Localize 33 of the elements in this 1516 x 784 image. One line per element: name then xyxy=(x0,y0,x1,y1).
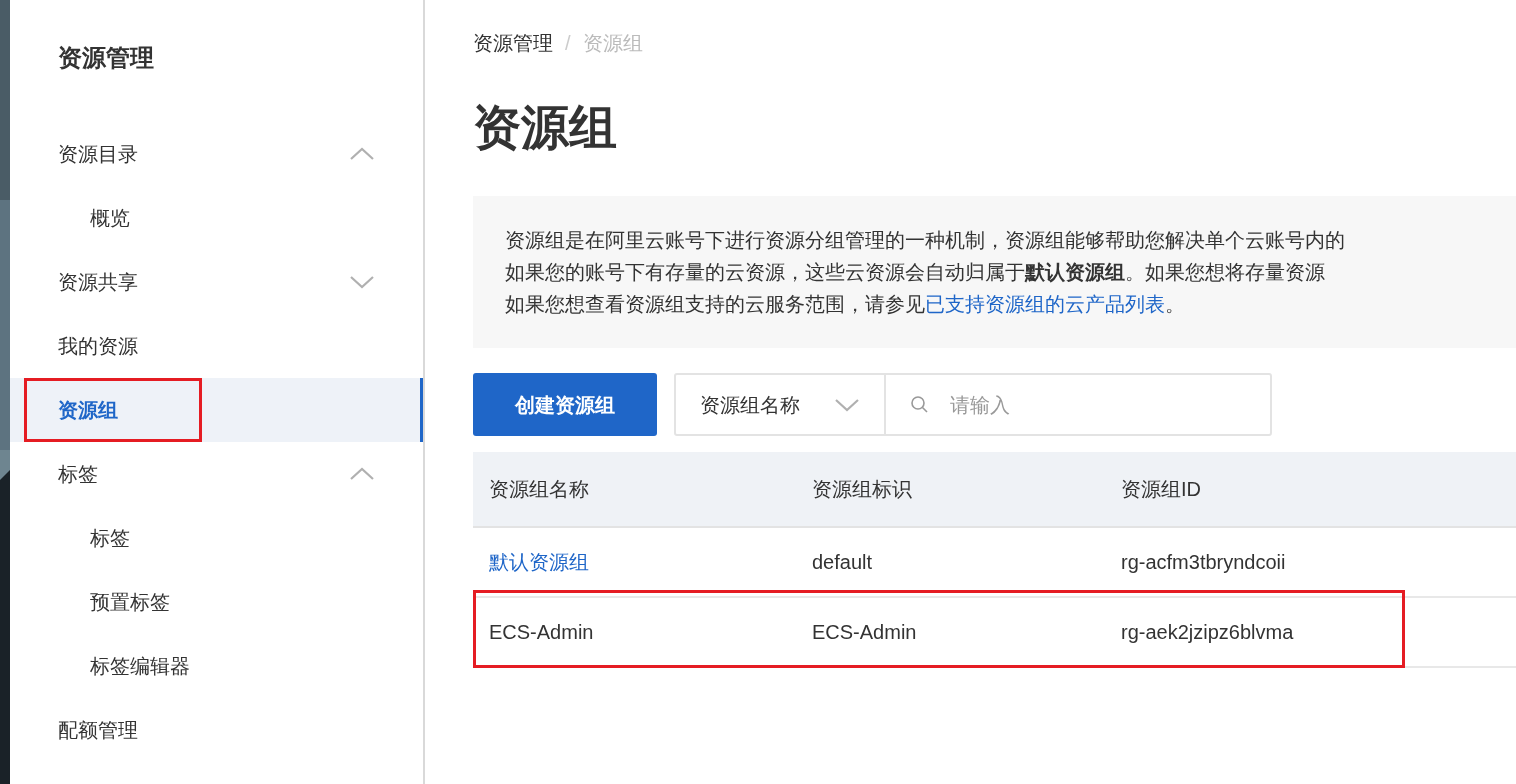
column-header: 资源组名称 xyxy=(488,477,590,502)
chevron-down-icon xyxy=(349,275,375,289)
table-cell: ECS-Admin xyxy=(489,621,594,643)
sidebar-item[interactable]: 标签 xyxy=(10,442,423,506)
info-text: 如果您的账号下有存量的云资源，这些云资源会自动归属于默认资源组。如果您想将存量资源 xyxy=(505,261,1325,283)
sidebar-item[interactable]: 资源目录 xyxy=(10,122,423,186)
sidebar-item[interactable]: 预置标签 xyxy=(10,570,423,634)
info-text: 如果您想查看资源组支持的云服务范围，请参见 xyxy=(505,293,925,315)
create-button[interactable]: 创建资源组 xyxy=(473,373,657,436)
sidebar-item[interactable]: 资源共享 xyxy=(10,250,423,314)
table-cell: rg-acfm3tbryndcoii xyxy=(1121,551,1286,573)
breadcrumb-item: 资源组 xyxy=(582,31,643,56)
table-cell: default xyxy=(812,551,873,573)
sidebar-item[interactable]: 标签编辑器 xyxy=(10,634,423,698)
breadcrumb-separator: / xyxy=(565,31,571,56)
table-cell: ECS-Admin xyxy=(812,621,917,643)
sidebar-title: 资源管理 xyxy=(57,43,155,73)
group-name-link[interactable]: 默认资源组 xyxy=(489,551,589,573)
info-text: 资源组是在阿里云账号下进行资源分组管理的一种机制，资源组能够帮助您解决单个云账号内的 xyxy=(505,229,1345,251)
breadcrumb-item[interactable]: 资源管理 xyxy=(473,28,553,58)
chevron-up-icon xyxy=(349,147,375,161)
product-list-link[interactable]: 已支持资源组的云产品列表 xyxy=(925,293,1165,315)
sidebar-item[interactable]: 配额管理 xyxy=(10,698,423,762)
column-header: 资源组标识 xyxy=(811,477,913,502)
info-text: 。 xyxy=(1165,293,1185,315)
column-header: 资源组ID xyxy=(1120,477,1202,502)
sidebar-item[interactable]: 标签 xyxy=(10,506,423,570)
sidebar-item[interactable]: 概览 xyxy=(10,186,423,250)
table-cell: rg-aek2jzipz6blvma xyxy=(1121,621,1294,643)
page-title: 资源组 xyxy=(473,100,618,156)
sidebar-item[interactable]: 我的资源 xyxy=(10,314,423,378)
chevron-up-icon xyxy=(349,467,375,481)
sidebar-item[interactable]: 资源组 xyxy=(10,378,423,442)
